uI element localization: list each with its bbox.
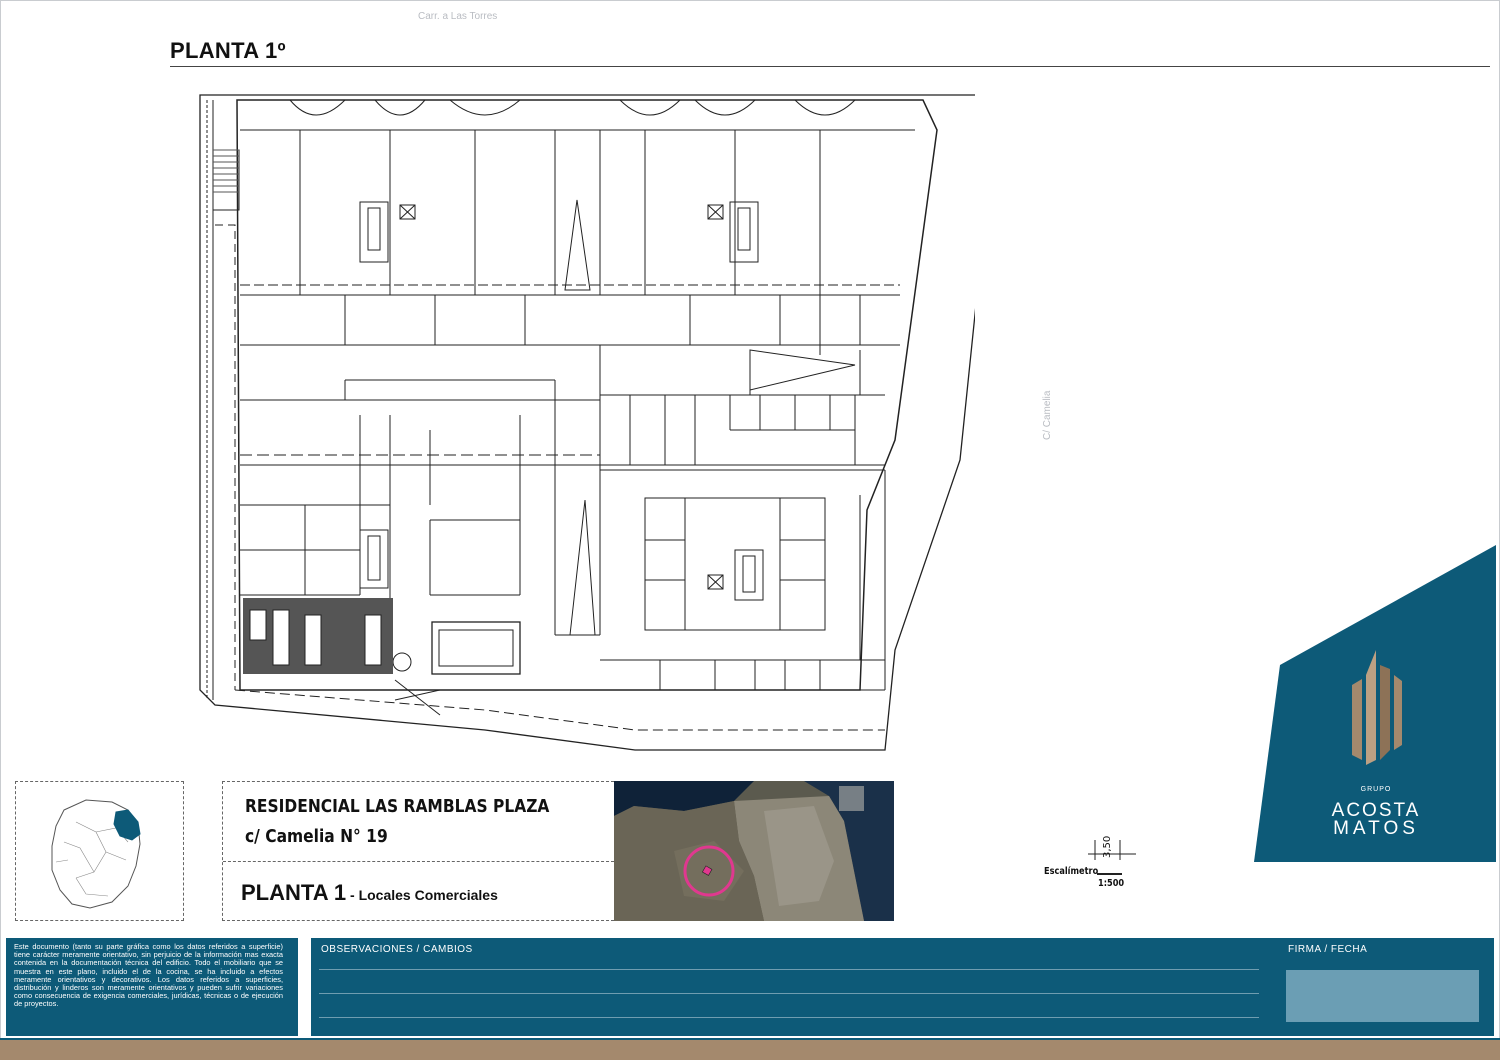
street-label-top: Carr. a Las Torres: [418, 11, 498, 22]
project-info-block: RESIDENCIAL LAS RAMBLAS PLAZA c/ Camelia…: [222, 781, 614, 921]
signature-label: FIRMA / FECHA: [1288, 944, 1368, 955]
info-divider: [223, 861, 614, 862]
floor-plan-drawing: [199, 94, 975, 751]
title-divider: [170, 66, 1490, 67]
stair-core-left: [359, 201, 416, 263]
project-name: RESIDENCIAL LAS RAMBLAS PLAZA: [245, 796, 550, 817]
scale-label: Escalímetro: [1044, 866, 1099, 877]
observations-panel: OBSERVACIONES / CAMBIOS FIRMA / FECHA: [311, 938, 1494, 1036]
project-address: c/ Camelia N° 19: [245, 826, 388, 847]
aerial-location-photo: [614, 781, 894, 921]
legal-disclaimer: Este documento (tanto su parte gráfica c…: [6, 938, 298, 1036]
observation-line: [319, 969, 1259, 970]
commercial-units-top: [240, 129, 915, 355]
sheet-border-top: [0, 0, 1500, 1]
brand-group-label: GRUPO: [1360, 786, 1392, 793]
parking-bays-right: [600, 394, 885, 465]
observation-line: [319, 1017, 1259, 1018]
residential-block-center: [644, 497, 826, 631]
signature-field: [1286, 970, 1479, 1022]
island-locator-map: [15, 781, 184, 921]
floor-separator: -: [346, 887, 359, 903]
sheet-border-left: [0, 0, 1, 1040]
observations-label: OBSERVACIONES / CAMBIOS: [321, 944, 473, 955]
street-label-right: C/ Camelia: [1042, 390, 1053, 440]
floor-use: Locales Comerciales: [358, 887, 498, 903]
observation-line: [319, 993, 1259, 994]
stair-core-right: [707, 201, 759, 263]
page-title: PLANTA 1º: [170, 38, 286, 63]
brand-name-line2: MATOS: [1333, 818, 1419, 839]
scale-ratio: 1:500: [1098, 878, 1125, 889]
floor-caption: PLANTA 1 - Locales Comerciales: [241, 880, 498, 906]
scale-dimension: 3,50: [1102, 835, 1113, 858]
floor-level: PLANTA 1: [241, 880, 347, 905]
vehicle-ramp-top: [554, 130, 601, 296]
scale-indicator: Escalímetro 3,50 1:500: [1040, 836, 1160, 900]
footer-band: [0, 1040, 1500, 1060]
gym-area: [243, 598, 393, 674]
parking-bays-bottom: [600, 660, 885, 691]
